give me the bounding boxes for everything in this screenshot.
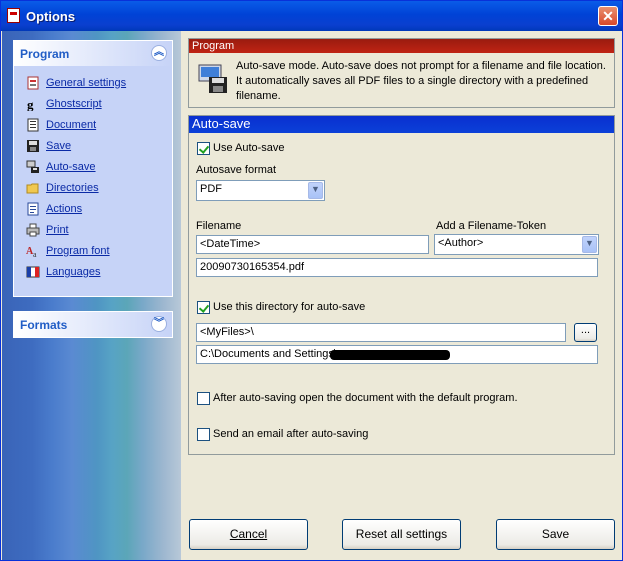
program-panel-title: Program [20, 47, 70, 61]
chevron-down-icon[interactable]: ▼ [308, 182, 323, 199]
sidebar-item-label: Actions [46, 202, 83, 215]
autosave-format-select[interactable]: PDF ▼ [196, 180, 325, 201]
sidebar-item-directories[interactable]: Directories [26, 177, 172, 198]
sidebar-item-label: Auto-save [46, 160, 96, 173]
formats-panel-title: Formats [20, 318, 68, 332]
program-group: Program Auto-save mode. Auto-save does n… [188, 38, 615, 108]
open-after-save-label: After auto-saving open the document with… [213, 392, 518, 404]
use-directory-label: Use this directory for auto-save [213, 301, 366, 313]
title-bar[interactable]: Options ✕ [1, 1, 622, 31]
program-nav: General settings g Ghostscript Document … [14, 66, 172, 282]
save-icon [26, 139, 40, 153]
filename-preview-text: 20090730165354.pdf [200, 261, 304, 273]
languages-icon [26, 265, 40, 279]
program-group-header: Program [189, 39, 614, 53]
svg-text:a: a [33, 250, 37, 258]
expand-chevron-icon[interactable]: ︾ [151, 316, 167, 332]
filename-token-value: <Author> [438, 237, 484, 249]
cancel-button[interactable]: Cancel [189, 519, 308, 550]
sidebar-item-document[interactable]: Document [26, 114, 172, 135]
options-window: Options ✕ Program ︽ General settings g G… [0, 0, 623, 561]
autosave-format-value: PDF [200, 183, 222, 195]
directory-input[interactable]: <MyFiles>\ [196, 323, 566, 342]
sidebar-item-general-settings[interactable]: General settings [26, 72, 172, 93]
filename-label: Filename [196, 220, 242, 232]
send-email-label: Send an email after auto-saving [213, 428, 369, 440]
sidebar-item-label: Ghostscript [46, 97, 102, 110]
sidebar-item-label: Program font [46, 244, 110, 257]
reset-button-label: Reset all settings [355, 527, 448, 541]
send-email-checkbox[interactable] [197, 428, 210, 441]
save-button[interactable]: Save [496, 519, 615, 550]
open-after-save-checkbox[interactable] [197, 392, 210, 405]
use-auto-save-checkbox[interactable] [197, 142, 210, 155]
sidebar-item-label: General settings [46, 76, 127, 89]
sidebar-item-ghostscript[interactable]: g Ghostscript [26, 93, 172, 114]
program-font-icon: Aa [26, 244, 40, 259]
document-icon [26, 118, 40, 132]
print-icon [26, 223, 40, 237]
redacted-path-mark [330, 350, 450, 360]
sidebar-item-label: Languages [46, 265, 101, 278]
cancel-button-label: Cancel [229, 527, 268, 541]
sidebar-item-label: Document [46, 118, 97, 131]
program-description: Auto-save mode. Auto-save does not promp… [236, 60, 606, 102]
sidebar-item-label: Print [46, 223, 69, 236]
auto-save-group-header: Auto-save [189, 116, 614, 133]
app-icon [7, 8, 20, 23]
general-settings-icon [26, 76, 40, 90]
sidebar-item-languages[interactable]: Languages [26, 261, 172, 282]
sidebar-item-print[interactable]: Print [26, 219, 172, 240]
save-button-label: Save [541, 527, 570, 541]
sidebar-item-program-font[interactable]: Aa Program font [26, 240, 172, 261]
autosave-format-label: Autosave format [196, 164, 277, 176]
content-area: Program Auto-save mode. Auto-save does n… [181, 31, 622, 560]
directory-preview-text: C:\Documents and Settings\ [200, 348, 337, 360]
filename-preview: 20090730165354.pdf [196, 258, 598, 277]
filename-input-value: <DateTime> [200, 238, 261, 250]
chevron-down-icon[interactable]: ▼ [582, 236, 597, 253]
sidebar: Program ︽ General settings g Ghostscript… [2, 31, 181, 560]
svg-text:g: g [27, 97, 34, 111]
sidebar-item-auto-save[interactable]: Auto-save [26, 156, 172, 177]
sidebar-item-actions[interactable]: Actions [26, 198, 172, 219]
formats-panel: Formats ︾ [13, 311, 173, 338]
actions-icon [26, 202, 40, 216]
program-panel: Program ︽ General settings g Ghostscript… [13, 40, 173, 297]
use-directory-checkbox[interactable] [197, 301, 210, 314]
window-title: Options [26, 9, 76, 24]
auto-save-mode-icon [197, 63, 229, 95]
formats-panel-header[interactable]: Formats ︾ [14, 312, 172, 337]
use-auto-save-label: Use Auto-save [213, 142, 285, 154]
sidebar-item-label: Save [46, 139, 72, 152]
browse-directory-button[interactable]: ... [574, 323, 597, 342]
close-button[interactable]: ✕ [598, 6, 618, 26]
filename-token-select[interactable]: <Author> ▼ [434, 234, 599, 255]
directory-input-value: <MyFiles>\ [200, 326, 254, 338]
reset-all-settings-button[interactable]: Reset all settings [342, 519, 461, 550]
auto-save-group: Auto-save Use Auto-save Autosave format … [188, 115, 615, 455]
program-panel-header[interactable]: Program ︽ [14, 41, 172, 66]
filename-token-label: Add a Filename-Token [436, 220, 547, 232]
sidebar-item-label: Directories [46, 181, 99, 194]
ghostscript-icon: g [26, 97, 40, 112]
collapse-chevron-icon[interactable]: ︽ [151, 45, 167, 61]
sidebar-item-save[interactable]: Save [26, 135, 172, 156]
directories-icon [26, 181, 40, 195]
filename-input[interactable]: <DateTime> [196, 235, 429, 254]
directory-preview: C:\Documents and Settings\ [196, 345, 598, 364]
auto-save-icon [26, 160, 40, 174]
